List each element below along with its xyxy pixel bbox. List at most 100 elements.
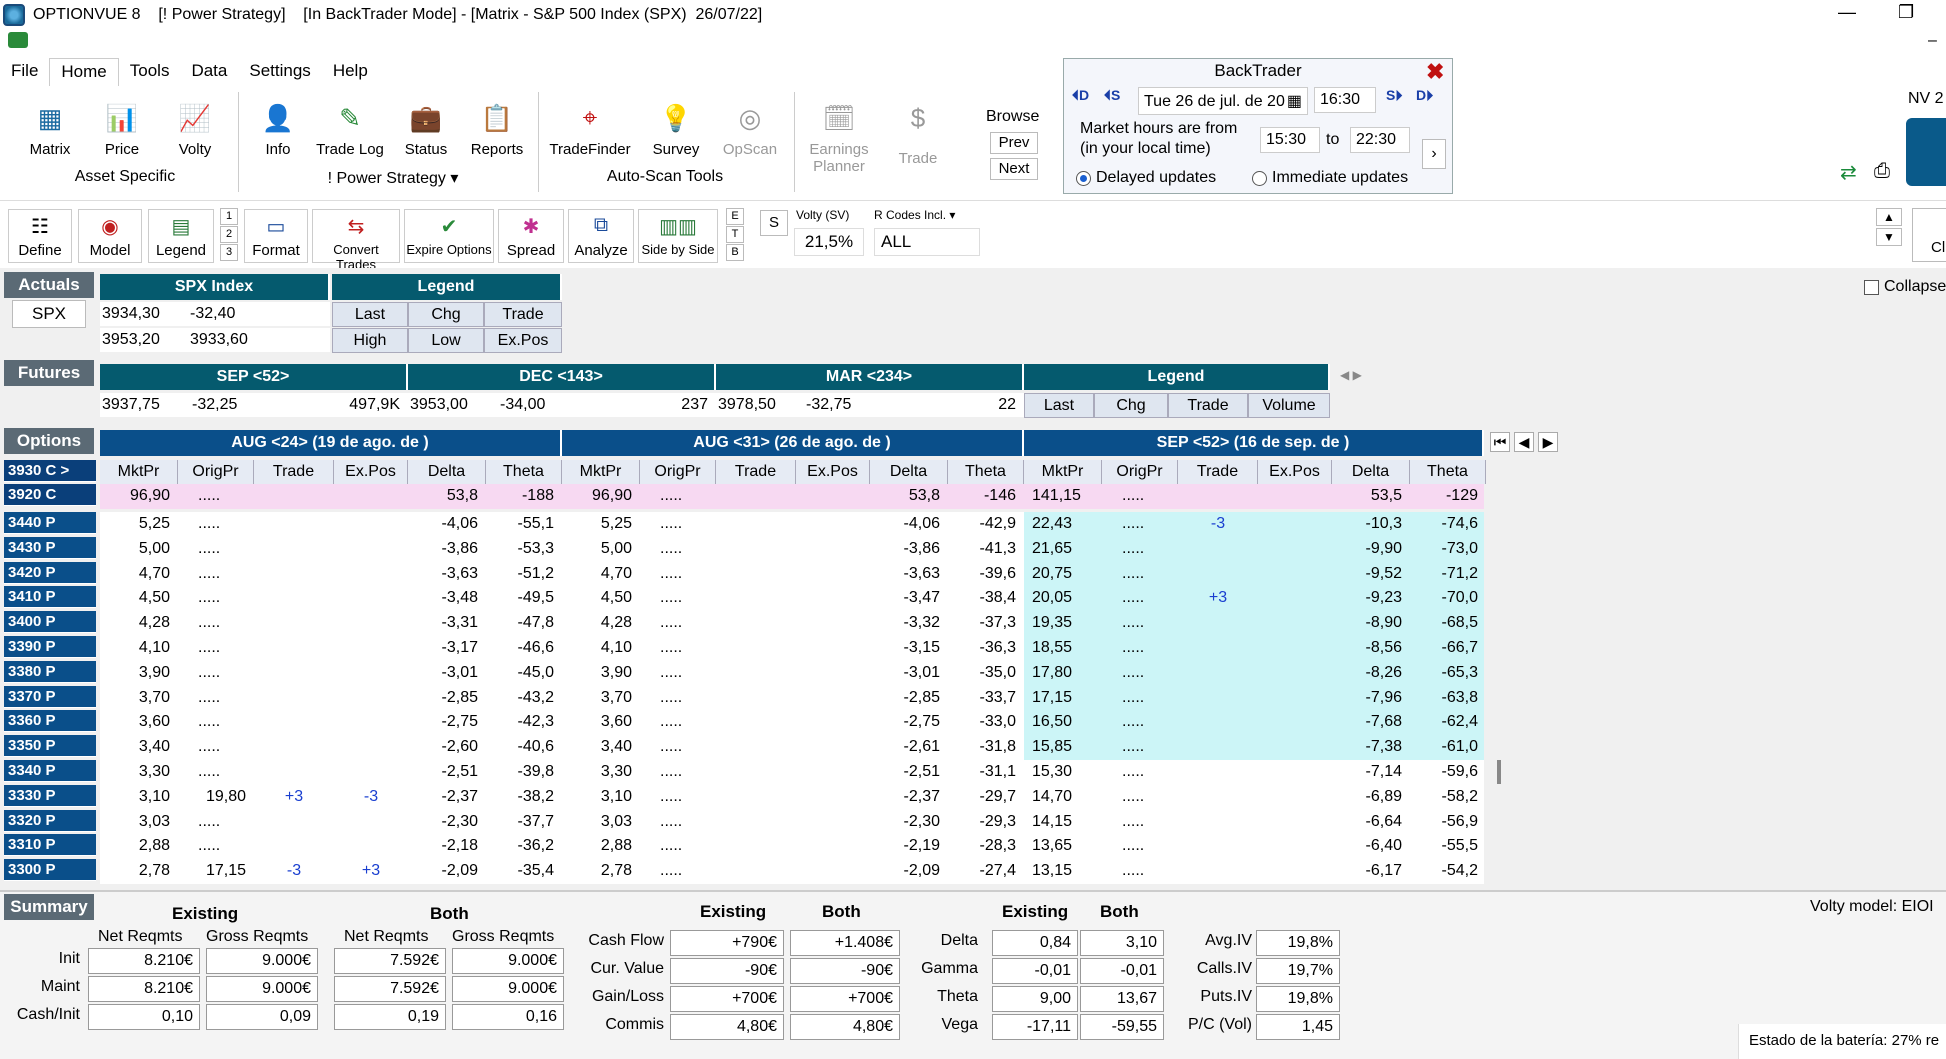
grid-cell[interactable]: -8,56 [1332, 636, 1410, 661]
grid-cell[interactable]: ..... [178, 537, 254, 562]
grid-cell[interactable] [254, 760, 334, 785]
grid-cell[interactable] [1258, 586, 1332, 611]
forward-day-button[interactable]: D⏵ [1416, 87, 1444, 113]
minimize-icon[interactable]: — [1838, 2, 1856, 23]
grid-cell[interactable] [1258, 636, 1332, 661]
grid-cell[interactable]: 5,25 [562, 512, 640, 537]
format-button[interactable]: ▭ Format [244, 209, 308, 263]
grid-cell[interactable]: -62,4 [1410, 710, 1486, 735]
grid-cell[interactable]: 53,8 [870, 484, 948, 509]
grid-cell[interactable] [796, 562, 870, 587]
strike-label[interactable]: 3440 P [4, 512, 96, 534]
grid-cell[interactable]: 3,90 [562, 661, 640, 686]
strike-label[interactable]: 3350 P [4, 735, 96, 758]
grid-cell[interactable]: ..... [640, 537, 716, 562]
grid-cell[interactable]: -36,3 [948, 636, 1024, 661]
grid-cell[interactable]: -3 [334, 785, 408, 810]
grid-cell[interactable] [334, 562, 408, 587]
grid-cell[interactable]: 2,78 [100, 859, 178, 884]
grid-cell[interactable] [334, 537, 408, 562]
grid-cell[interactable]: ..... [1102, 834, 1178, 859]
grid-cell[interactable]: -61,0 [1410, 735, 1486, 760]
define-button[interactable]: ☷ Define [8, 209, 72, 263]
volty-button[interactable]: 📈 Volty [168, 98, 222, 159]
grid-cell[interactable] [796, 735, 870, 760]
grid-cell[interactable] [716, 760, 796, 785]
grid-cell[interactable]: 96,90 [562, 484, 640, 509]
grid-cell[interactable]: 13,15 [1024, 859, 1102, 884]
calendar-icon[interactable]: ▦ [1287, 93, 1302, 110]
grid-cell[interactable]: 14,70 [1024, 785, 1102, 810]
grid-cell[interactable]: ..... [640, 859, 716, 884]
grid-cell[interactable]: -47,8 [486, 611, 562, 636]
strike-label[interactable]: 3310 P [4, 834, 96, 857]
grid-cell[interactable]: -36,2 [486, 834, 562, 859]
grid-cell[interactable]: -59,6 [1410, 760, 1486, 785]
backtrader-date-field[interactable]: Tue 26 de jul. de 20 ▦ [1138, 87, 1308, 115]
grid-cell[interactable] [254, 661, 334, 686]
grid-cell[interactable]: 4,70 [562, 562, 640, 587]
grid-cell[interactable]: 3,30 [100, 760, 178, 785]
grid-cell[interactable]: -31,8 [948, 735, 1024, 760]
grid-cell[interactable]: -58,2 [1410, 785, 1486, 810]
grid-cell[interactable]: -28,3 [948, 834, 1024, 859]
grid-cell[interactable] [254, 636, 334, 661]
grid-cell[interactable] [796, 710, 870, 735]
grid-cell[interactable] [716, 512, 796, 537]
grid-cell[interactable]: -2,60 [408, 735, 486, 760]
grid-cell[interactable]: 3,90 [100, 661, 178, 686]
grid-cell[interactable] [796, 586, 870, 611]
grid-cell[interactable]: 3,03 [100, 810, 178, 835]
strike-label[interactable]: 3920 C [4, 484, 96, 506]
grid-cell[interactable]: 3,03 [562, 810, 640, 835]
forward-step-button[interactable]: S⏵ [1386, 87, 1414, 113]
strike-label[interactable]: 3320 P [4, 809, 96, 832]
grid-cell[interactable]: -38,4 [948, 586, 1024, 611]
grid-cell[interactable]: -7,96 [1332, 686, 1410, 711]
grid-cell[interactable]: -39,6 [948, 562, 1024, 587]
grid-cell[interactable]: 2,78 [562, 859, 640, 884]
delayed-updates-radio[interactable]: Delayed updates [1076, 169, 1216, 187]
grid-cell[interactable]: -9,90 [1332, 537, 1410, 562]
grid-cell[interactable]: ..... [1102, 636, 1178, 661]
grid-cell[interactable]: -6,17 [1332, 859, 1410, 884]
close-icon[interactable]: ✖ [1426, 59, 1444, 85]
grid-cell[interactable] [334, 611, 408, 636]
grid-cell[interactable]: ..... [178, 834, 254, 859]
grid-cell[interactable]: -2,37 [408, 785, 486, 810]
grid-cell[interactable]: 3,60 [100, 710, 178, 735]
expire-options-button[interactable]: ✔ Expire Options [404, 209, 494, 263]
grid-cell[interactable]: 3,10 [100, 785, 178, 810]
grid-cell[interactable]: 4,70 [100, 562, 178, 587]
grid-cell[interactable] [1258, 785, 1332, 810]
grid-cell[interactable]: 15,30 [1024, 760, 1102, 785]
strike-label[interactable]: 3340 P [4, 760, 96, 782]
grid-cell[interactable]: ..... [1102, 810, 1178, 835]
survey-button[interactable]: 💡 Survey [646, 98, 706, 159]
grid-cell[interactable]: -2,09 [408, 859, 486, 884]
s-button[interactable]: S [760, 210, 788, 236]
grid-cell[interactable]: ..... [640, 785, 716, 810]
grid-cell[interactable]: -7,38 [1332, 735, 1410, 760]
grid-cell[interactable]: 3,40 [100, 735, 178, 760]
grid-cell[interactable]: 17,15 [1024, 686, 1102, 711]
b-button[interactable]: B [726, 244, 744, 261]
grid-cell[interactable] [716, 785, 796, 810]
grid-cell[interactable] [254, 537, 334, 562]
grid-cell[interactable]: -6,89 [1332, 785, 1410, 810]
grid-cell[interactable]: ..... [1102, 661, 1178, 686]
grid-cell[interactable]: ..... [1102, 859, 1178, 884]
grid-cell[interactable] [334, 484, 408, 509]
grid-cell[interactable] [334, 661, 408, 686]
strike-label[interactable]: 3420 P [4, 561, 96, 584]
restore-icon[interactable]: ❐ [1898, 2, 1914, 23]
grid-cell[interactable]: -2,75 [870, 710, 948, 735]
grid-cell[interactable]: 18,55 [1024, 636, 1102, 661]
grid-cell[interactable] [1178, 562, 1258, 587]
grid-cell[interactable]: ..... [640, 611, 716, 636]
grid-cell[interactable]: -2,51 [870, 760, 948, 785]
grid-cell[interactable]: 3,60 [562, 710, 640, 735]
grid-cell[interactable]: -3,32 [870, 611, 948, 636]
futures-scroll-arrows-icon[interactable]: ◀ ▶ [1340, 368, 1362, 382]
grid-cell[interactable]: -9,23 [1332, 586, 1410, 611]
